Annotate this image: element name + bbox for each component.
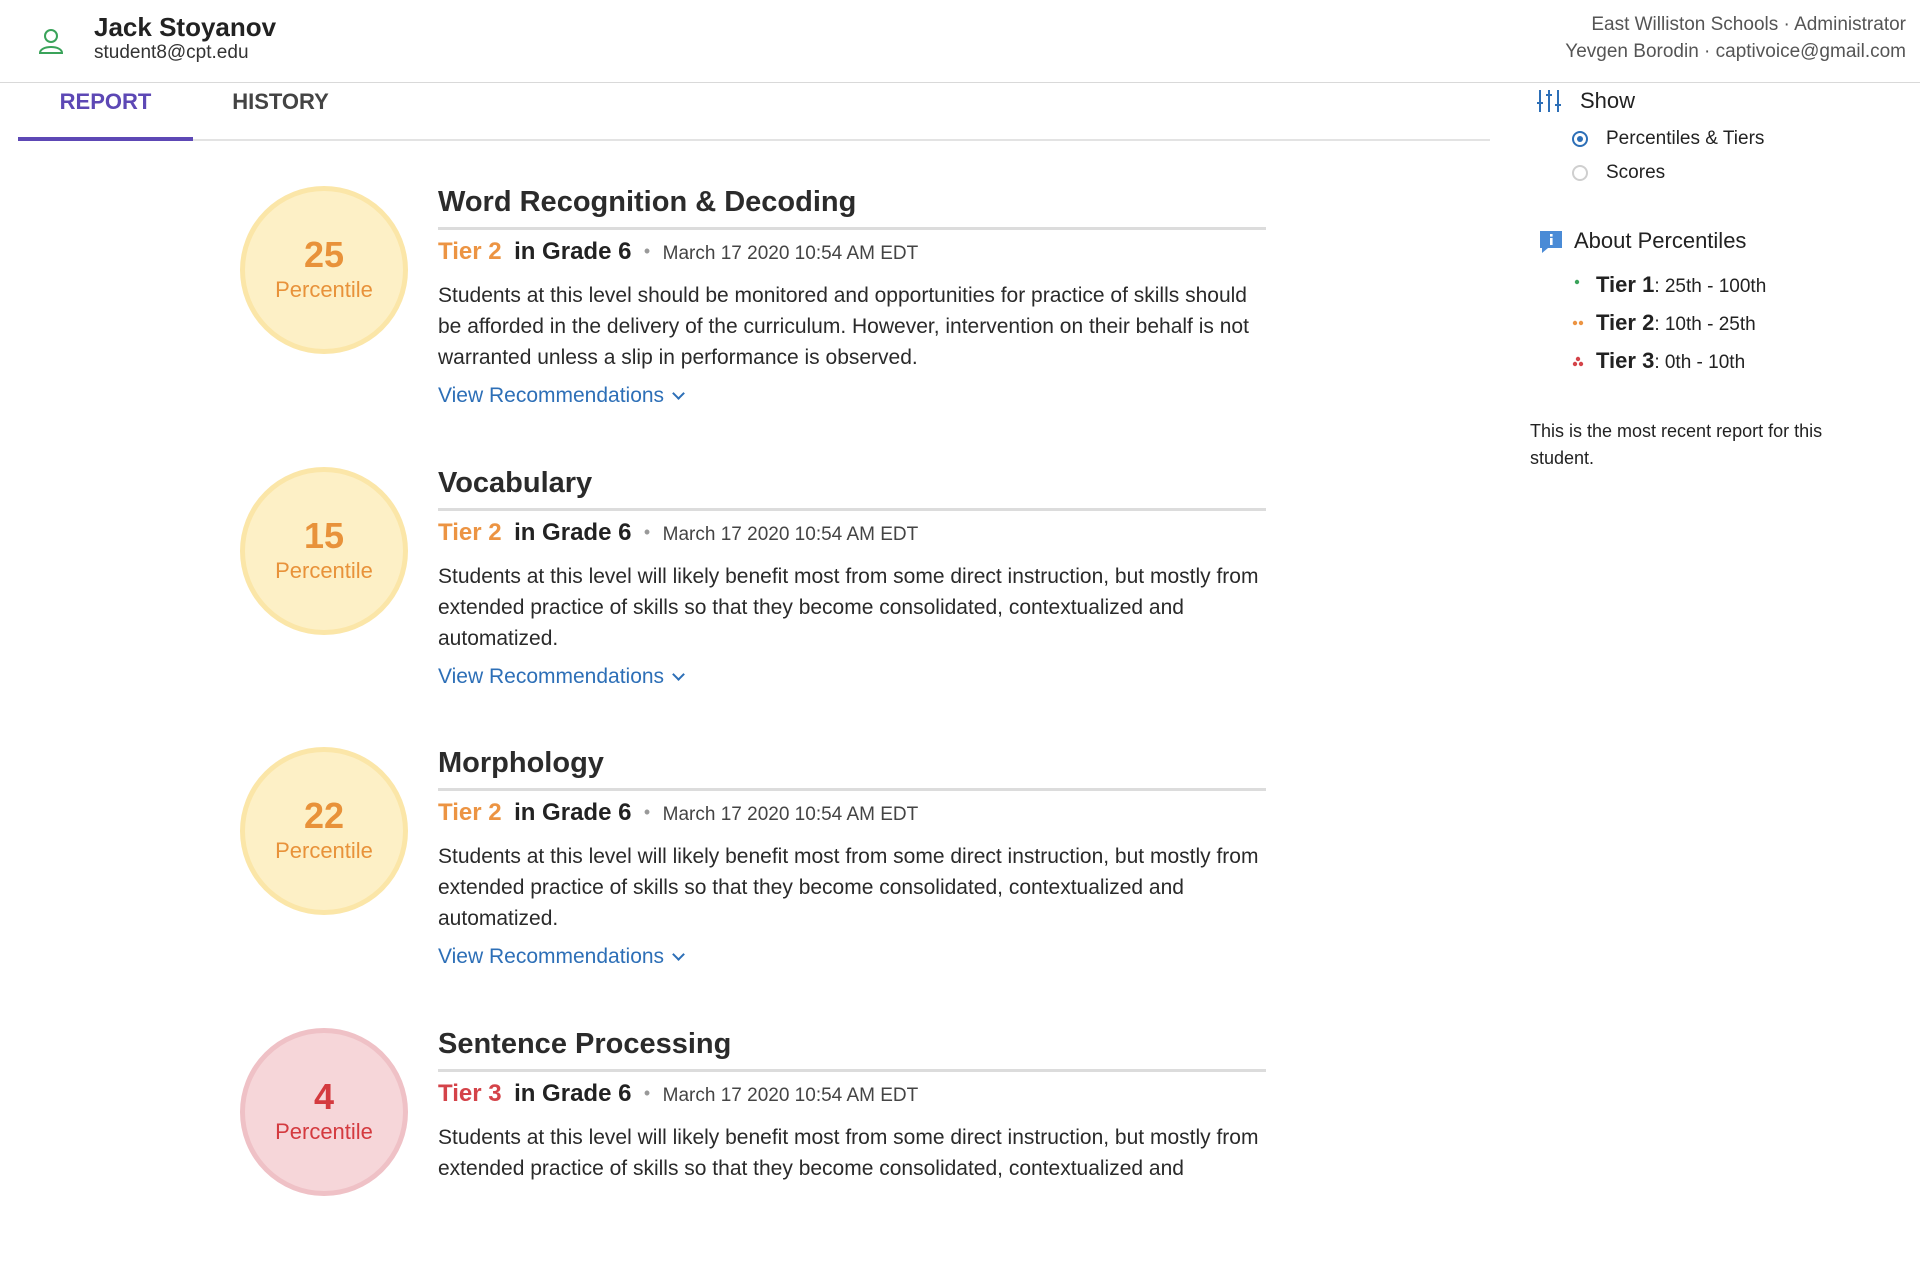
view-recommendations-link[interactable]: View Recommendations (438, 665, 685, 689)
admin-line: Yevgen Borodin · captivoice@gmail.com (1565, 41, 1906, 62)
tier2-dots-icon (1572, 320, 1584, 326)
legend-tier: Tier 2 (1596, 310, 1655, 335)
view-recommendations-label: View Recommendations (438, 384, 665, 407)
student-email: student8@cpt.edu (94, 42, 249, 63)
chevron-down-icon (672, 948, 685, 961)
percentile-value: 25 (303, 234, 345, 275)
percentile-label: Percentile (275, 558, 373, 583)
tier3-dots-icon (1572, 356, 1584, 367)
tab-history[interactable]: HISTORY (193, 82, 368, 137)
report-date: March 17 2020 10:54 AM EDT (662, 1085, 919, 1106)
legend-label: Tier 2: 10th - 25th (1596, 310, 1756, 336)
grade-label: in Grade 6 (514, 799, 632, 826)
sliders-icon (1537, 90, 1561, 112)
grade-label: in Grade 6 (514, 1080, 632, 1107)
section-meta: Tier 2 in Grade 6 • March 17 2020 10:54 … (438, 799, 918, 827)
info-icon (1540, 231, 1562, 253)
tab-bar: REPORT HISTORY (18, 82, 1490, 141)
percentile-label: Percentile (275, 277, 373, 302)
tab-report[interactable]: REPORT (18, 82, 193, 141)
percentile-label: Percentile (275, 1119, 373, 1144)
view-recommendations-label: View Recommendations (438, 665, 665, 688)
tier1-dot-icon (1574, 279, 1580, 285)
report-date: March 17 2020 10:54 AM EDT (662, 243, 919, 264)
legend-tier: Tier 1 (1596, 272, 1655, 297)
section-meta: Tier 2 in Grade 6 • March 17 2020 10:54 … (438, 238, 918, 266)
report-date: March 17 2020 10:54 AM EDT (662, 524, 919, 545)
tier-label: Tier 3 (438, 1080, 502, 1107)
percentile-badge: 4 Percentile (240, 1028, 408, 1196)
section-meta: Tier 2 in Grade 6 • March 17 2020 10:54 … (438, 519, 918, 547)
section-title: Vocabulary (438, 467, 1266, 511)
grade-label: in Grade 6 (514, 238, 632, 265)
legend-range: : 10th - 25th (1654, 314, 1756, 335)
radio-button[interactable] (1572, 165, 1588, 181)
separator-dot: • (643, 522, 651, 542)
section-title: Sentence Processing (438, 1028, 1266, 1072)
chevron-down-icon (672, 387, 685, 400)
percentile-value: 22 (303, 795, 345, 836)
student-name: Jack Stoyanov (94, 12, 277, 42)
section-title: Word Recognition & Decoding (438, 186, 1266, 230)
view-recommendations-link[interactable]: View Recommendations (438, 945, 685, 969)
legend-range: : 0th - 10th (1654, 352, 1746, 373)
percentile-badge: 15 Percentile (240, 467, 408, 635)
legend-label: Tier 3: 0th - 10th (1596, 348, 1745, 374)
percentile-badge: 25 Percentile (240, 186, 408, 354)
tier-description: Students at this level will likely benef… (438, 845, 1259, 930)
tier-label: Tier 2 (438, 799, 502, 826)
tier-description: Students at this level will likely benef… (438, 565, 1259, 650)
report-section: 4 Percentile Sentence Processing Tier 3 … (240, 1028, 1270, 1288)
separator-dot: • (643, 1083, 651, 1103)
separator-dot: • (643, 802, 651, 822)
percentile-badge: 22 Percentile (240, 747, 408, 915)
about-percentiles-title: About Percentiles (1574, 228, 1747, 253)
legend-tier: Tier 3 (1596, 348, 1655, 373)
grade-label: in Grade 6 (514, 519, 632, 546)
percentile-value: 4 (313, 1076, 335, 1117)
radio-button-checked[interactable] (1572, 131, 1588, 147)
organization-line: East Williston Schools · Administrator (1591, 14, 1906, 35)
show-label: Show (1580, 88, 1636, 113)
view-recommendations-label: View Recommendations (438, 945, 665, 968)
option-label: Scores (1606, 162, 1666, 183)
tier-label: Tier 2 (438, 238, 502, 265)
person-icon (38, 29, 64, 54)
legend-label: Tier 1: 25th - 100th (1596, 272, 1766, 298)
section-title: Morphology (438, 747, 1266, 791)
percentile-label: Percentile (275, 838, 373, 863)
separator-dot: • (643, 241, 651, 261)
top-bar: Jack Stoyanov student8@cpt.edu East Will… (0, 0, 1920, 83)
recent-report-note: This is the most recent report for this … (1530, 421, 1823, 468)
tier-label: Tier 2 (438, 519, 502, 546)
report-date: March 17 2020 10:54 AM EDT (662, 804, 919, 825)
tier-description: Students at this level should be monitor… (438, 284, 1249, 369)
percentile-value: 15 (303, 515, 345, 556)
section-meta: Tier 3 in Grade 6 • March 17 2020 10:54 … (438, 1080, 918, 1108)
option-label: Percentiles & Tiers (1606, 128, 1765, 149)
chevron-down-icon (672, 668, 685, 681)
legend-range: : 25th - 100th (1654, 276, 1767, 297)
view-recommendations-link[interactable]: View Recommendations (438, 384, 685, 408)
report-section: 22 Percentile Morphology Tier 2 in Grade… (240, 747, 1270, 1007)
report-section: 25 Percentile Word Recognition & Decodin… (240, 186, 1270, 446)
report-section: 15 Percentile Vocabulary Tier 2 in Grade… (240, 467, 1270, 727)
tier-description: Students at this level will likely benef… (438, 1126, 1259, 1180)
